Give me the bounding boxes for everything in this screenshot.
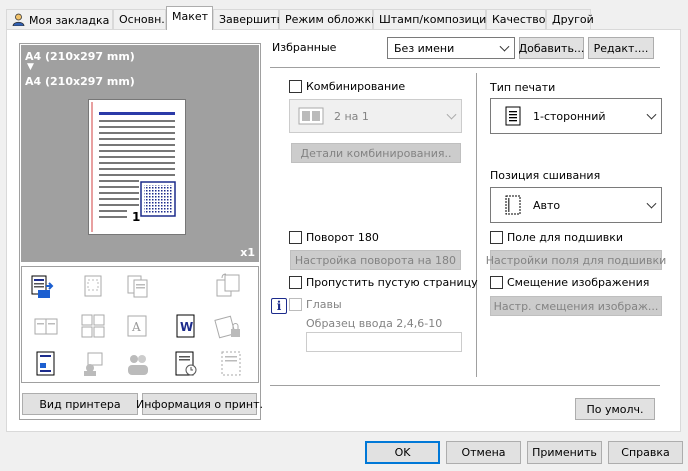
paper-size-from: A4 (210x297 mm) (25, 50, 135, 63)
favorites-value: Без имени (394, 41, 455, 55)
add-favorite-button[interactable]: Добавить... (519, 37, 584, 59)
tab-label: Завершить (219, 13, 284, 26)
printer-info-button[interactable]: Информация о принт. (136, 393, 263, 415)
tab-finish[interactable]: Завершить (213, 9, 283, 29)
rotate-180-checkbox[interactable] (289, 231, 302, 244)
binding-margin-checkbox[interactable] (490, 231, 503, 244)
binding-auto-icon (505, 195, 521, 215)
poster-icon[interactable] (79, 312, 107, 340)
print-type-value: 1-сторонний (533, 109, 606, 123)
edit-favorite-button[interactable]: Редакт.... (588, 37, 654, 59)
combine-details-button[interactable]: Детали комбинирования.. (291, 143, 461, 163)
divider (476, 73, 477, 377)
copy-pages-icon[interactable] (124, 272, 152, 300)
ok-button[interactable]: OK (365, 441, 440, 464)
chevron-down-icon (499, 41, 510, 52)
copies-indicator: x1 (240, 246, 255, 259)
binding-margin-label: Поле для подшивки (507, 231, 624, 244)
header-footer-icon[interactable] (32, 350, 60, 378)
rotate-180-label: Поворот 180 (306, 231, 379, 244)
apply-button[interactable]: Применить (527, 441, 602, 464)
page-frame-icon[interactable] (218, 350, 246, 378)
two-in-one-icon (298, 107, 324, 125)
single-sided-icon (505, 106, 521, 126)
skip-blank-checkbox[interactable] (289, 276, 302, 289)
tab-label: Режим обложки (285, 13, 379, 26)
skip-blank-label: Пропустить пустую страницу (306, 276, 478, 289)
users-icon[interactable] (124, 350, 152, 378)
combine-select[interactable]: 2 на 1 (289, 99, 462, 133)
chapters-input[interactable] (306, 332, 462, 352)
binding-position-value: Авто (533, 198, 561, 212)
page-number: 1 (132, 210, 141, 224)
chapters-hint: Образец ввода 2,4,6-10 (306, 317, 443, 330)
page-preview: A4 (210x297 mm) ▼ A4 (210x297 mm) 1 x1 (21, 45, 259, 262)
svg-text:W: W (180, 320, 193, 334)
tab-basic[interactable]: Основн. (113, 9, 166, 29)
tab-cover-mode[interactable]: Режим обложки (279, 9, 378, 29)
tab-label: Качество (492, 13, 546, 26)
tab-label: Макет (172, 10, 209, 23)
print-type-select[interactable]: 1-сторонний (490, 98, 662, 134)
page-layout-icon[interactable] (28, 272, 56, 300)
printer-view-button[interactable]: Вид принтера (22, 393, 138, 415)
info-icon[interactable]: i (271, 298, 287, 314)
watermark-icon[interactable]: W (172, 312, 200, 340)
paper-size-to: A4 (210x297 mm) (25, 75, 135, 88)
favorites-select[interactable]: Без имени (387, 37, 515, 59)
chapters-checkbox[interactable] (289, 298, 302, 311)
rotate-page-icon[interactable] (214, 272, 242, 300)
secure-print-icon[interactable] (214, 312, 242, 340)
tab-label: Штамп/композиция (379, 13, 493, 26)
combine-checkbox[interactable] (289, 80, 302, 93)
divider (270, 385, 660, 386)
tab-layout[interactable]: Макет (166, 6, 213, 30)
chevron-down-icon (646, 198, 657, 209)
image-shift-settings-button[interactable]: Настр. смещения изображ... (490, 296, 662, 316)
overlay-icon[interactable] (80, 350, 108, 378)
tab-my-bookmark[interactable]: Моя закладка (6, 9, 113, 29)
combine-value: 2 на 1 (334, 109, 369, 123)
favorites-label: Избранные (272, 41, 337, 54)
stamp-page-icon[interactable] (172, 350, 200, 378)
tab-other[interactable]: Другой (546, 9, 594, 29)
combine-label: Комбинирование (306, 80, 406, 93)
print-type-label: Тип печати (490, 81, 556, 94)
image-shift-label: Смещение изображения (507, 276, 650, 289)
font-icon[interactable]: A (124, 312, 152, 340)
binding-position-select[interactable]: Авто (490, 187, 662, 223)
svg-text:A: A (131, 320, 141, 334)
chevron-down-icon (446, 109, 457, 120)
user-icon (12, 13, 25, 27)
tab-quality[interactable]: Качество (486, 9, 546, 29)
chevron-down-icon (646, 109, 657, 120)
rotate-settings-button[interactable]: Настройка поворота на 180 (290, 250, 461, 270)
default-button[interactable]: По умолч. (575, 398, 655, 420)
chapters-label: Главы (306, 298, 342, 311)
divider (270, 67, 660, 68)
paper-sheet: 1 (88, 99, 186, 235)
tab-label: Моя закладка (29, 14, 110, 27)
cancel-button[interactable]: Отмена (446, 441, 521, 464)
tab-label: Основн. (119, 13, 165, 26)
booklet-icon[interactable] (32, 312, 60, 340)
combine-icon[interactable] (80, 272, 108, 300)
tab-label: Другой (552, 13, 594, 26)
down-arrow-icon: ▼ (27, 62, 34, 72)
tab-stamp[interactable]: Штамп/композиция (373, 9, 493, 29)
help-button[interactable]: Справка (608, 441, 683, 464)
image-shift-checkbox[interactable] (490, 276, 503, 289)
binding-margin-settings-button[interactable]: Настройки поля для подшивки (486, 250, 666, 270)
binding-position-label: Позиция сшивания (490, 169, 601, 182)
